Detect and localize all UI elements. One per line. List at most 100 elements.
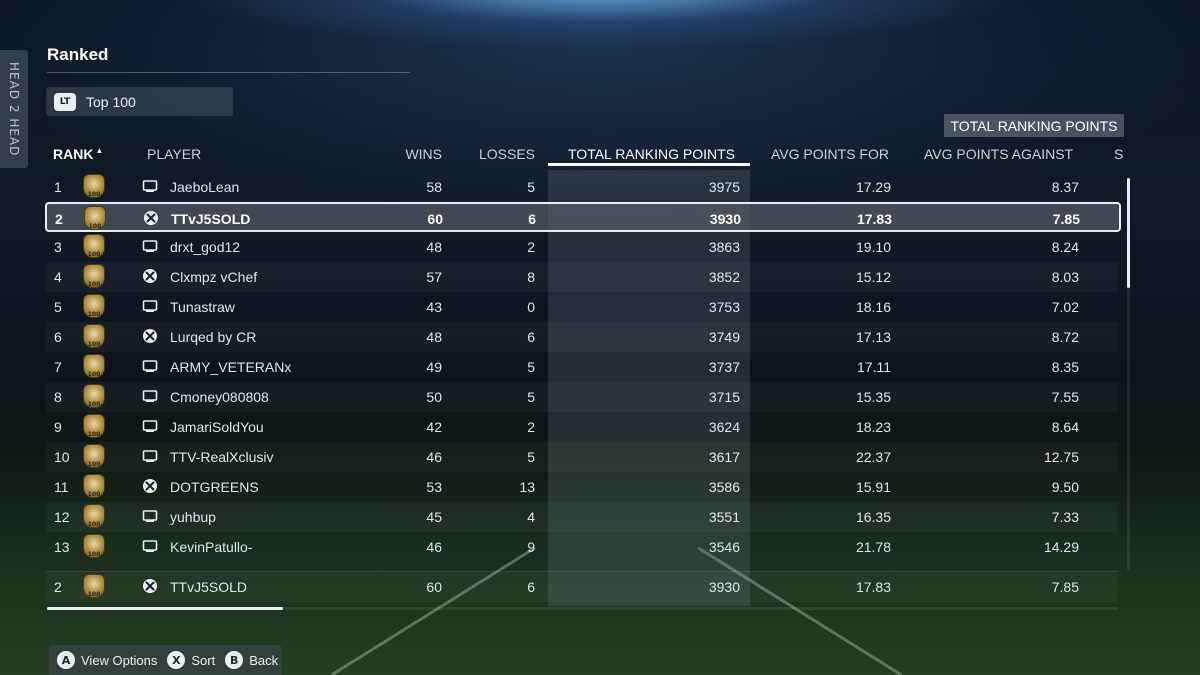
total-ranking-points-cell: 3749 (708, 329, 740, 345)
losses-cell: 8 (527, 269, 535, 285)
avg-points-for-cell: 18.23 (855, 419, 891, 435)
table-row-selected[interactable]: 2 100 TTvJ5SOLD 60 6 3930 17.83 7.85 (45, 202, 1121, 232)
leaderboard-filter-dropdown[interactable]: LT Top 100 (46, 87, 233, 116)
console-icon (142, 238, 158, 257)
player-name-cell: drxt_god12 (170, 239, 241, 255)
avg-points-for-cell: 15.12 (855, 269, 891, 285)
hint-sort[interactable]: X Sort (167, 651, 215, 669)
losses-cell: 0 (527, 299, 535, 315)
rank-cell: 7 (54, 359, 62, 375)
horizontal-scrollbar-thumb[interactable] (47, 607, 283, 610)
total-ranking-points-cell: 3617 (708, 449, 740, 465)
top-100-badge-icon: 100 (83, 206, 107, 232)
top-100-badge-icon: 100 (82, 504, 106, 530)
table-row[interactable]: 1 100 JaeboLean 58 5 3975 17.29 8.37 (46, 172, 1118, 202)
console-icon (142, 178, 158, 197)
rank-cell: 12 (54, 509, 70, 525)
total-ranking-points-cell: 3930 (709, 211, 741, 227)
losses-cell: 2 (527, 419, 535, 435)
avg-points-for-cell: 15.35 (855, 389, 891, 405)
top-100-badge-icon: 100 (82, 294, 106, 320)
avg-points-against-cell: 8.64 (1051, 419, 1079, 435)
avg-points-against-cell: 7.85 (1051, 579, 1079, 595)
console-icon (142, 388, 158, 407)
table-row[interactable]: 12 100 yuhbup 45 4 3551 16.35 7.33 (46, 502, 1118, 532)
table-row[interactable]: 4 100 Clxmpz vChef 57 8 3852 15.12 8.03 (46, 262, 1118, 292)
table-row[interactable]: 2 100 TTvJ5SOLD 60 6 3930 17.83 7.85 (46, 572, 1118, 602)
console-icon (142, 508, 158, 527)
rank-cell: 11 (54, 479, 69, 495)
avg-points-for-cell: 21.78 (855, 539, 891, 555)
rank-cell: 2 (54, 579, 62, 595)
column-header-avg-points-against[interactable]: AVG POINTS AGAINST (924, 146, 1073, 162)
total-ranking-points-cell: 3975 (708, 179, 740, 195)
player-name-cell: Clxmpz vChef (170, 269, 258, 285)
hint-back[interactable]: B Back (225, 651, 278, 669)
column-header-wins[interactable]: WINS (405, 146, 442, 162)
hint-view-options[interactable]: A View Options (57, 651, 157, 669)
table-row[interactable]: 6 100 Lurqed by CR 48 6 3749 17.13 8.72 (46, 322, 1118, 352)
rank-cell: 5 (54, 299, 62, 315)
head-2-head-tab-label: HEAD 2 HEAD (7, 61, 21, 157)
total-ranking-points-cell: 3863 (708, 239, 740, 255)
wins-cell: 48 (426, 329, 442, 345)
table-row[interactable]: 9 100 JamariSoldYou 42 2 3624 18.23 8.64 (46, 412, 1118, 442)
column-header-total-ranking-points[interactable]: TOTAL RANKING POINTS (568, 146, 735, 162)
total-ranking-points-cell: 3624 (708, 419, 740, 435)
wins-cell: 58 (426, 179, 442, 195)
losses-cell: 13 (519, 479, 535, 495)
losses-cell: 4 (527, 509, 535, 525)
top-100-badge-icon: 100 (82, 264, 106, 290)
avg-points-against-cell: 8.24 (1051, 239, 1079, 255)
player-name-cell: TTV-RealXclusiv (170, 449, 274, 465)
top-100-badge-icon: 100 (82, 174, 106, 200)
table-row[interactable]: 8 100 Cmoney080808 50 5 3715 15.35 7.55 (46, 382, 1118, 412)
wins-cell: 60 (426, 579, 442, 595)
avg-points-for-cell: 17.11 (857, 359, 891, 375)
column-header-losses[interactable]: LOSSES (479, 146, 535, 162)
console-icon (142, 418, 158, 437)
current-sort-chip: TOTAL RANKING POINTS (944, 114, 1124, 137)
player-name-cell: yuhbup (170, 509, 216, 525)
table-row[interactable]: 11 100 DOTGREENS 53 13 3586 15.91 9.50 (46, 472, 1118, 502)
column-header-more[interactable]: S (1114, 146, 1123, 162)
console-icon (142, 538, 158, 557)
player-name-cell: TTvJ5SOLD (171, 211, 251, 227)
table-row[interactable]: 3 100 drxt_god12 48 2 3863 19.10 8.24 (46, 232, 1118, 262)
top-100-badge-icon: 100 (82, 384, 106, 410)
rank-cell: 6 (54, 329, 62, 345)
vertical-scrollbar-thumb[interactable] (1127, 178, 1130, 288)
my-rank-divider (46, 571, 1118, 572)
rank-cell: 13 (54, 539, 70, 555)
total-ranking-points-cell: 3551 (708, 509, 740, 525)
sort-ascending-icon: ▲ (95, 146, 104, 155)
top-100-badge-icon: 100 (82, 474, 106, 500)
losses-cell: 6 (527, 329, 535, 345)
field-sideline (330, 546, 536, 675)
rank-cell: 3 (54, 239, 62, 255)
avg-points-against-cell: 7.33 (1051, 509, 1079, 525)
player-name-cell: JamariSoldYou (170, 419, 264, 435)
column-header-rank[interactable]: RANK ▲ (53, 146, 103, 162)
filter-label: Top 100 (86, 93, 136, 110)
losses-cell: 2 (527, 239, 535, 255)
wins-cell: 53 (426, 479, 442, 495)
wins-cell: 43 (426, 299, 442, 315)
table-row[interactable]: 5 100 Tunastraw 43 0 3753 18.16 7.02 (46, 292, 1118, 322)
table-row[interactable]: 10 100 TTV-RealXclusiv 46 5 3617 22.37 12.75 (46, 442, 1118, 472)
column-header-avg-points-for[interactable]: AVG POINTS FOR (771, 146, 889, 162)
console-icon (142, 298, 158, 317)
table-row[interactable]: 7 100 ARMY_VETERANx 49 5 3737 17.11 8.35 (46, 352, 1118, 382)
console-icon (142, 358, 158, 377)
top-100-badge-icon: 100 (82, 534, 106, 560)
avg-points-against-cell: 8.37 (1051, 179, 1079, 195)
avg-points-against-cell: 8.72 (1051, 329, 1079, 345)
column-header-player[interactable]: PLAYER (147, 146, 201, 162)
table-row[interactable]: 13 100 KevinPatullo- 46 9 3546 21.78 14.29 (46, 532, 1118, 562)
wins-cell: 46 (426, 539, 442, 555)
losses-cell: 9 (527, 539, 535, 555)
player-name-cell: Tunastraw (170, 299, 235, 315)
losses-cell: 6 (527, 579, 535, 595)
head-2-head-tab[interactable]: HEAD 2 HEAD (0, 50, 28, 168)
wins-cell: 50 (426, 389, 442, 405)
